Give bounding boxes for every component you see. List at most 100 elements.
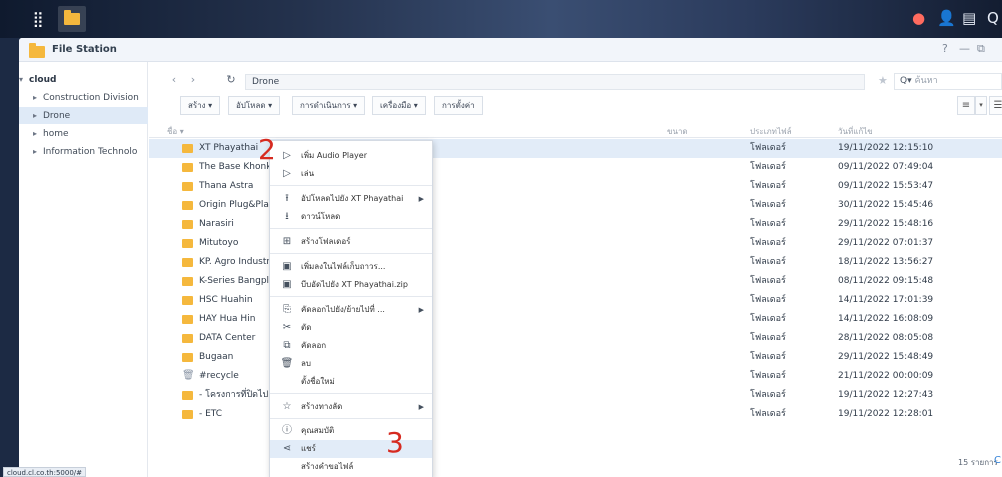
toolbar: สร้าง ▾ อัปโหลด ▾ การดำเนินการ ▾ เครื่อง… <box>149 96 1002 118</box>
file-type: โฟลเดอร์ <box>750 276 786 286</box>
folder-icon <box>182 258 193 267</box>
play-icon: ▷ <box>283 168 291 179</box>
menu-item-copy[interactable]: ⧉ คัดลอก <box>270 337 432 355</box>
file-type: โฟลเดอร์ <box>750 219 786 229</box>
folder-icon <box>182 296 193 305</box>
refresh-icon[interactable]: C <box>994 455 1001 466</box>
chevron-down-icon[interactable]: ▾ <box>975 96 987 115</box>
menu-item-delete[interactable]: 🗑 ลบ <box>270 355 432 373</box>
chevron-right-icon[interactable]: ▸ <box>33 107 43 124</box>
file-modified: 29/11/2022 15:48:49 <box>838 352 934 362</box>
file-modified: 19/11/2022 12:15:10 <box>838 143 934 153</box>
widgets-icon[interactable]: ▤ <box>962 9 976 27</box>
column-type[interactable]: ประเภทไฟล์ <box>750 125 792 138</box>
user-icon[interactable]: 👤 <box>937 9 956 27</box>
file-station-window: File Station ? — ⧉ ▾ cloud ▸ Construction … <box>19 38 1002 477</box>
folder-icon <box>29 43 45 58</box>
tree-item-drone[interactable]: ▸ Drone <box>19 107 148 124</box>
chevron-right-icon: ▶ <box>418 306 424 314</box>
menu-item-label: ดาวน์โหลด <box>301 212 341 221</box>
chevron-right-icon[interactable]: ▸ <box>33 143 43 160</box>
help-button[interactable]: ? <box>942 42 948 55</box>
menu-item-file-request[interactable]: สร้างคำขอไฟล์ <box>270 458 432 476</box>
star-icon: ☆ <box>282 401 292 412</box>
menu-item-upload-to[interactable]: ⭱ อัปโหลดไปยัง XT Phayathai ▶ <box>270 190 432 208</box>
column-size[interactable]: ขนาด <box>667 125 688 138</box>
column-name[interactable]: ชื่อ ▾ <box>167 125 184 138</box>
menu-item-label: สร้างโฟลเดอร์ <box>301 237 351 246</box>
action-button[interactable]: การดำเนินการ ▾ <box>292 96 366 115</box>
search-input[interactable]: Q▾ ค้นหา <box>894 73 1002 90</box>
tree-root-cloud[interactable]: ▾ cloud <box>19 71 148 88</box>
tools-button[interactable]: เครื่องมือ ▾ <box>372 96 426 115</box>
menu-item-share[interactable]: ⋖ แชร์ <box>270 440 432 458</box>
file-type: โฟลเดอร์ <box>750 200 786 210</box>
menu-item-play[interactable]: ▷ เล่น <box>270 165 432 183</box>
folder-icon <box>182 315 193 324</box>
file-station-taskbar-button[interactable] <box>58 6 86 32</box>
menu-item-create-folder[interactable]: ⊞ สร้างโฟลเดอร์ <box>270 233 432 251</box>
chevron-right-icon[interactable]: ▸ <box>33 125 43 142</box>
tree-item-label: Drone <box>43 111 71 121</box>
file-type: โฟลเดอร์ <box>750 371 786 381</box>
file-type: โฟลเดอร์ <box>750 181 786 191</box>
folder-icon <box>64 10 80 25</box>
file-type: โฟลเดอร์ <box>750 409 786 419</box>
window-titlebar[interactable]: File Station ? — ⧉ <box>19 38 1002 62</box>
list-view-icon[interactable]: ≡ <box>957 96 975 115</box>
chevron-right-icon: ▶ <box>418 195 424 203</box>
file-type: โฟลเดอร์ <box>750 390 786 400</box>
folder-icon <box>182 334 193 343</box>
desktop-taskbar: ⣿ ● 👤 ▤ Q <box>0 0 1002 38</box>
path-field[interactable]: Drone <box>245 74 865 90</box>
chevron-right-icon[interactable]: ▸ <box>33 89 43 106</box>
menu-item-label: คัดลอก <box>301 341 327 350</box>
create-button[interactable]: สร้าง ▾ <box>180 96 221 115</box>
download-icon: ⭳ <box>285 211 289 222</box>
tree-item-home[interactable]: ▸ home <box>19 125 148 142</box>
refresh-icon[interactable]: ↻ <box>224 73 238 87</box>
folder-icon <box>182 239 193 248</box>
tree-item-construction[interactable]: ▸ Construction Division <box>19 89 148 106</box>
chevron-down-icon[interactable]: ▾ <box>19 71 29 88</box>
folder-icon <box>182 410 193 419</box>
file-type: โฟลเดอร์ <box>750 295 786 305</box>
menu-item-properties[interactable]: ⓘ คุณสมบัติ <box>270 422 432 440</box>
maximize-button[interactable]: ⧉ <box>977 42 985 56</box>
file-modified: 19/11/2022 12:28:01 <box>838 409 934 419</box>
tree-item-label: Construction Division <box>43 93 139 103</box>
folder-icon <box>182 163 193 172</box>
main-menu-button[interactable]: ⣿ <box>24 6 52 32</box>
back-button[interactable]: ‹ <box>167 73 181 87</box>
file-type: โฟลเดอร์ <box>750 333 786 343</box>
copy-to-icon: ⎘ <box>283 304 291 315</box>
settings-button[interactable]: การตั้งค่า <box>434 96 483 115</box>
menu-divider <box>270 228 432 229</box>
menu-item-cut[interactable]: ✂ ตัด <box>270 319 432 337</box>
menu-item-add-archive[interactable]: ▣ เพิ่มลงในไฟล์เก็บถาวร... <box>270 258 432 276</box>
folder-icon <box>182 391 193 400</box>
tree-item-information[interactable]: ▸ Information Technolo <box>19 143 148 160</box>
column-modified[interactable]: วันที่แก้ไข <box>838 125 873 138</box>
menu-item-compress[interactable]: ▣ บีบอัดไปยัง XT Phayathai.zip <box>270 276 432 294</box>
status-url: cloud.cl.co.th:5000/# <box>3 467 87 477</box>
forward-button[interactable]: › <box>186 73 200 87</box>
file-modified: 08/11/2022 09:15:48 <box>838 276 934 286</box>
menu-item-copy-move[interactable]: ⎘ คัดลอกไปยัง/ย้ายไปที่ ... ▶ <box>270 301 432 319</box>
context-menu: ▷ เพิ่ม Audio Player ▷ เล่น ⭱ อัปโหลดไปยัง … <box>269 140 433 477</box>
menu-item-audio-player[interactable]: ▷ เพิ่ม Audio Player <box>270 147 432 165</box>
menu-item-label: อัปโหลดไปยัง XT Phayathai <box>301 194 404 203</box>
minimize-button[interactable]: — <box>959 42 970 55</box>
more-view-icon[interactable]: ☰ <box>989 96 1002 115</box>
menu-divider <box>270 393 432 394</box>
file-modified: 30/11/2022 15:45:46 <box>838 200 934 210</box>
folder-icon <box>182 353 193 362</box>
star-icon[interactable]: ★ <box>878 74 888 87</box>
upload-button[interactable]: อัปโหลด ▾ <box>228 96 281 115</box>
menu-item-create-shortcut[interactable]: ☆ สร้างทางลัด ▶ <box>270 398 432 416</box>
menu-item-download[interactable]: ⭳ ดาวน์โหลด <box>270 208 432 226</box>
menu-item-label: ลบ <box>301 359 311 368</box>
notification-icon[interactable]: ● <box>912 9 925 27</box>
menu-item-rename[interactable]: ตั้งชื่อใหม่ <box>270 373 432 391</box>
search-icon[interactable]: Q <box>987 9 999 27</box>
